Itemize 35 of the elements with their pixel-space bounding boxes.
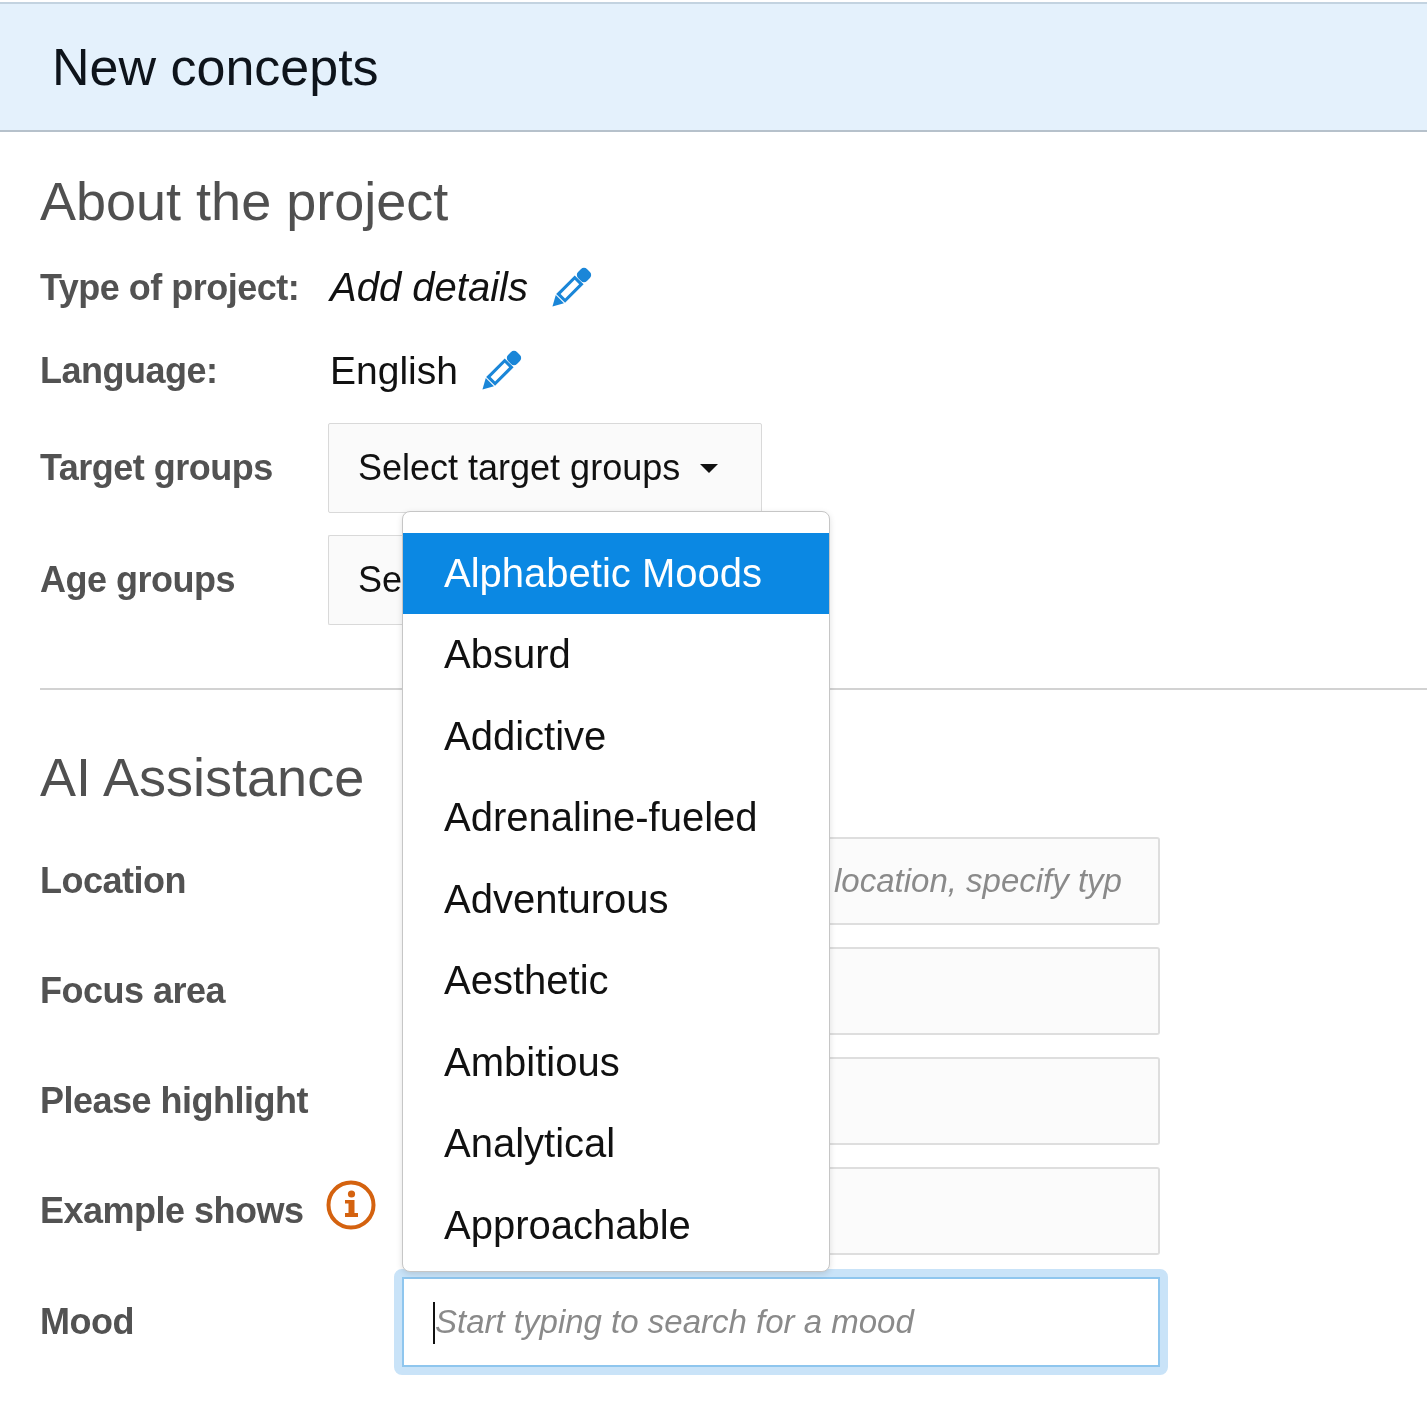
menu-item[interactable]: Adventurous bbox=[403, 858, 829, 940]
section-title: About the project bbox=[40, 170, 449, 233]
pencil-icon[interactable] bbox=[549, 266, 592, 309]
field-value: English bbox=[330, 348, 458, 393]
text-input-field[interactable]: location, specify typ bbox=[830, 837, 1160, 925]
field-label: Example shows bbox=[40, 1190, 304, 1232]
field-value: Add details bbox=[330, 265, 528, 310]
text-input-field[interactable] bbox=[830, 947, 1160, 1035]
menu-item[interactable]: Approachable bbox=[403, 1184, 829, 1266]
field-label: Please highlight bbox=[40, 1080, 309, 1122]
select-dropdown[interactable]: Se bbox=[328, 535, 402, 625]
text-input-field[interactable] bbox=[830, 1057, 1160, 1145]
info-icon[interactable] bbox=[325, 1180, 376, 1230]
section-title: AI Assistance bbox=[40, 746, 365, 809]
caret-icon bbox=[700, 463, 719, 473]
field-label: Target groups bbox=[40, 447, 274, 489]
menu-item[interactable]: Ambitious bbox=[403, 1021, 829, 1103]
select-dropdown[interactable]: Select target groups bbox=[328, 423, 762, 513]
menu-item[interactable]: Aesthetic bbox=[403, 940, 829, 1022]
menu-item[interactable]: Alphabetic Moods bbox=[403, 532, 829, 614]
field-label: Focus area bbox=[40, 970, 226, 1012]
menu-item[interactable]: Analytical bbox=[403, 1103, 829, 1185]
text-input-field[interactable] bbox=[830, 1167, 1160, 1255]
field-label: Language: bbox=[40, 349, 219, 392]
menu-item[interactable]: Adrenaline-fueled bbox=[403, 777, 829, 859]
field-label: Age groups bbox=[40, 559, 236, 601]
mood-search-field[interactable]: Start typing to search for a mood bbox=[394, 1269, 1168, 1375]
menu-item[interactable]: Absurd bbox=[403, 614, 829, 696]
pencil-icon[interactable] bbox=[479, 349, 522, 392]
field-label: Location bbox=[40, 860, 186, 902]
text-cursor-icon bbox=[433, 1302, 435, 1344]
menu-item[interactable]: Addictive bbox=[403, 695, 829, 777]
field-label: Mood bbox=[40, 1301, 134, 1343]
page-title: New concepts bbox=[52, 37, 379, 98]
field-label: Type of project: bbox=[40, 266, 301, 309]
